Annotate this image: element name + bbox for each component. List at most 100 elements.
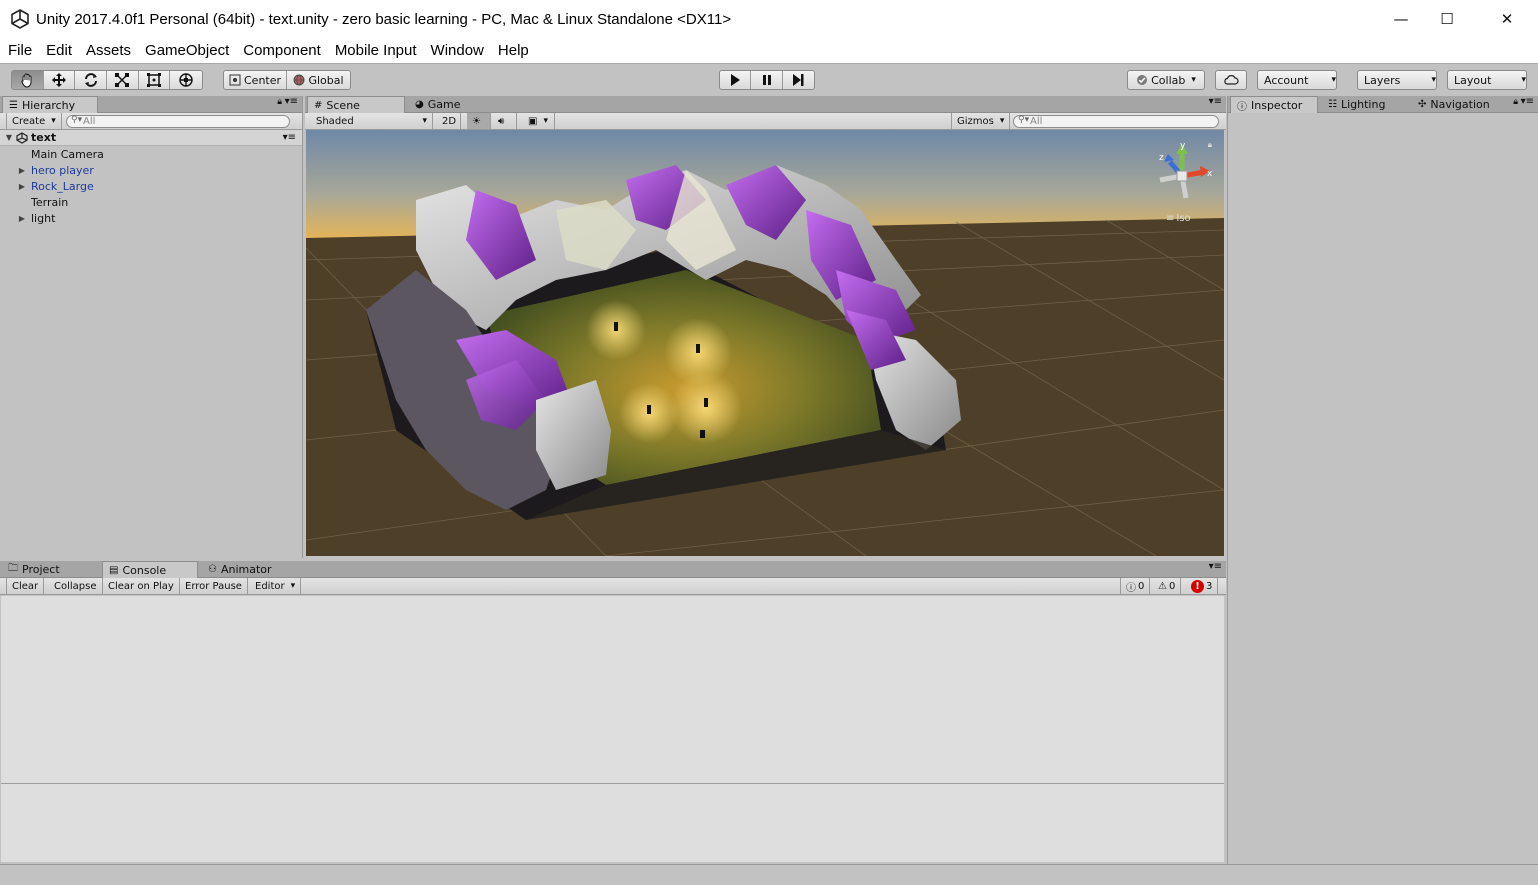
expand-arrow-icon[interactable]: ▶	[17, 182, 27, 191]
maximize-button[interactable]: ☐	[1424, 0, 1470, 38]
menu-assets[interactable]: Assets	[81, 42, 136, 59]
close-button[interactable]: ✕	[1484, 0, 1530, 38]
expand-arrow-icon[interactable]: ▶	[17, 166, 27, 175]
projection-toggle[interactable]: ≡ Iso	[1166, 213, 1191, 224]
pivot-center-button[interactable]: Center	[224, 71, 288, 89]
inspector-panel: ⓘ Inspector ☷ Lighting ✣ Navigation 🔒︎ ▾…	[1227, 96, 1538, 864]
console-log-area[interactable]	[1, 596, 1224, 862]
panel-menu-icon[interactable]: ▾≡	[1521, 96, 1534, 107]
clear-button[interactable]: Clear	[6, 578, 45, 594]
panel-menu-icon[interactable]: ▾≡	[1209, 96, 1222, 107]
hierarchy-item-rock-large[interactable]: ▶ Rock_Large	[0, 178, 94, 194]
scene-viewport[interactable]: y x z 🔒︎ ≡ Iso	[306, 130, 1224, 556]
menu-component[interactable]: Component	[238, 42, 326, 59]
tab-game[interactable]: ◕ Game	[409, 96, 489, 113]
scene-menu-icon[interactable]: ▾≡	[283, 132, 296, 143]
pause-button[interactable]	[751, 71, 783, 89]
pivot-label: Center	[244, 73, 282, 87]
hierarchy-item-light[interactable]: ▶ light	[0, 210, 55, 226]
tab-inspector[interactable]: ⓘ Inspector	[1230, 96, 1318, 113]
create-dropdown[interactable]: Create	[6, 113, 62, 129]
panel-menu-icon[interactable]: ▾≡	[285, 96, 298, 107]
rect-tool-button[interactable]	[138, 71, 171, 89]
move-tool-button[interactable]	[43, 71, 76, 89]
scale-tool-button[interactable]	[107, 71, 139, 89]
step-button[interactable]	[782, 71, 814, 89]
main-toolbar: Center Global Collab Account Layers Layo…	[0, 63, 1538, 95]
pivot-center-icon	[229, 74, 241, 86]
account-label: Account	[1264, 73, 1309, 87]
account-dropdown[interactable]: Account	[1257, 70, 1337, 90]
transform-tool-button[interactable]	[170, 71, 202, 89]
collab-label: Collab	[1151, 73, 1186, 87]
layout-dropdown[interactable]: Layout	[1447, 70, 1527, 90]
editor-dropdown[interactable]: Editor	[250, 578, 302, 594]
collab-dropdown[interactable]: Collab	[1127, 70, 1205, 90]
menu-file[interactable]: File	[3, 42, 37, 59]
tab-lighting[interactable]: ☷ Lighting	[1322, 96, 1408, 113]
scene-name: text	[31, 131, 57, 144]
collapse-button[interactable]: Collapse	[49, 578, 103, 594]
gizmo-y-label: y	[1180, 141, 1186, 151]
menu-window[interactable]: Window	[426, 42, 489, 59]
tab-navigation[interactable]: ✣ Navigation	[1412, 96, 1504, 113]
tab-animator[interactable]: ⚇ Animator	[202, 561, 298, 578]
check-circle-icon	[1137, 75, 1148, 85]
minimize-button[interactable]: —	[1378, 0, 1424, 38]
expand-arrow-icon[interactable]: ▶	[17, 214, 27, 223]
tab-console-label: Console	[122, 563, 167, 577]
lock-icon[interactable]: 🔒︎	[277, 97, 282, 107]
clear-on-play-button[interactable]: Clear on Play	[103, 578, 180, 594]
orientation-gizmo[interactable]: y x z 🔒︎ ≡ Iso	[1150, 140, 1214, 230]
info-filter-toggle[interactable]: ⓘ 0	[1120, 578, 1151, 594]
tab-scene[interactable]: # Scene	[307, 96, 405, 113]
tab-console[interactable]: ▤ Console	[102, 561, 198, 578]
menu-gameobject[interactable]: GameObject	[140, 42, 234, 59]
tab-project[interactable]: 🗀︎ Project	[2, 561, 98, 578]
lock-icon[interactable]: 🔒︎	[1513, 97, 1518, 107]
shading-dropdown[interactable]: Shaded	[311, 113, 433, 129]
error-filter-toggle[interactable]: ! 3	[1186, 578, 1219, 594]
play-button[interactable]	[720, 71, 752, 89]
hierarchy-item-hero-player[interactable]: ▶ hero player	[0, 162, 94, 178]
space-label: Global	[308, 73, 344, 87]
rotate-tool-button[interactable]	[75, 71, 108, 89]
scene-render	[306, 130, 1224, 556]
gizmos-dropdown[interactable]: Gizmos	[951, 113, 1011, 129]
hierarchy-search-input[interactable]: ⚲▾ All	[66, 115, 290, 128]
tab-lighting-label: Lighting	[1340, 98, 1386, 111]
space-global-button[interactable]: Global	[287, 71, 350, 89]
navigation-icon: ✣	[1418, 99, 1427, 110]
tab-scene-label: Scene	[326, 98, 360, 112]
menu-edit[interactable]: Edit	[41, 42, 77, 59]
console-splitter[interactable]	[1, 783, 1224, 784]
hand-tool-button[interactable]	[12, 71, 44, 89]
scene-lighting-toggle[interactable]: ☀	[467, 113, 491, 129]
expand-arrow-icon[interactable]: ▼	[4, 133, 14, 142]
transform-tools	[11, 70, 203, 90]
close-icon: ✕	[1500, 10, 1514, 28]
create-label: Create	[12, 115, 46, 127]
warning-filter-toggle[interactable]: ⚠ 0	[1153, 578, 1182, 594]
hamburger-icon: ≡	[1166, 213, 1175, 224]
scene-audio-toggle[interactable]: 🔊︎	[493, 113, 517, 129]
error-pause-button[interactable]: Error Pause	[180, 578, 248, 594]
layers-dropdown[interactable]: Layers	[1357, 70, 1437, 90]
hierarchy-item-terrain[interactable]: Terrain	[0, 194, 68, 210]
scene-root-row[interactable]: ▼ text ▾≡	[0, 130, 302, 146]
cloud-button[interactable]	[1215, 70, 1247, 90]
panel-menu-icon[interactable]: ▾≡	[1209, 561, 1222, 572]
tab-hierarchy[interactable]: ☰ Hierarchy	[2, 96, 98, 113]
gizmo-lock-icon[interactable]: 🔒︎	[1208, 140, 1212, 150]
menu-mobile-input[interactable]: Mobile Input	[330, 42, 422, 59]
scene-effects-dropdown[interactable]: ▣	[523, 113, 555, 129]
scene-tabbar: # Scene ◕ Game ▾≡	[305, 96, 1226, 113]
scene-search-input[interactable]: ⚲▾ All	[1013, 115, 1219, 128]
folder-icon: 🗀︎	[8, 563, 18, 574]
tab-navigation-label: Navigation	[1430, 98, 1490, 111]
hierarchy-panel: ☰ Hierarchy 🔒︎ ▾≡ Create ⚲▾ All ▼ text ▾…	[0, 96, 303, 558]
menu-help[interactable]: Help	[493, 42, 534, 59]
hierarchy-item-label: Main Camera	[31, 147, 104, 161]
mode-2d-button[interactable]: 2D	[437, 113, 461, 129]
hierarchy-item-main-camera[interactable]: Main Camera	[0, 146, 104, 162]
